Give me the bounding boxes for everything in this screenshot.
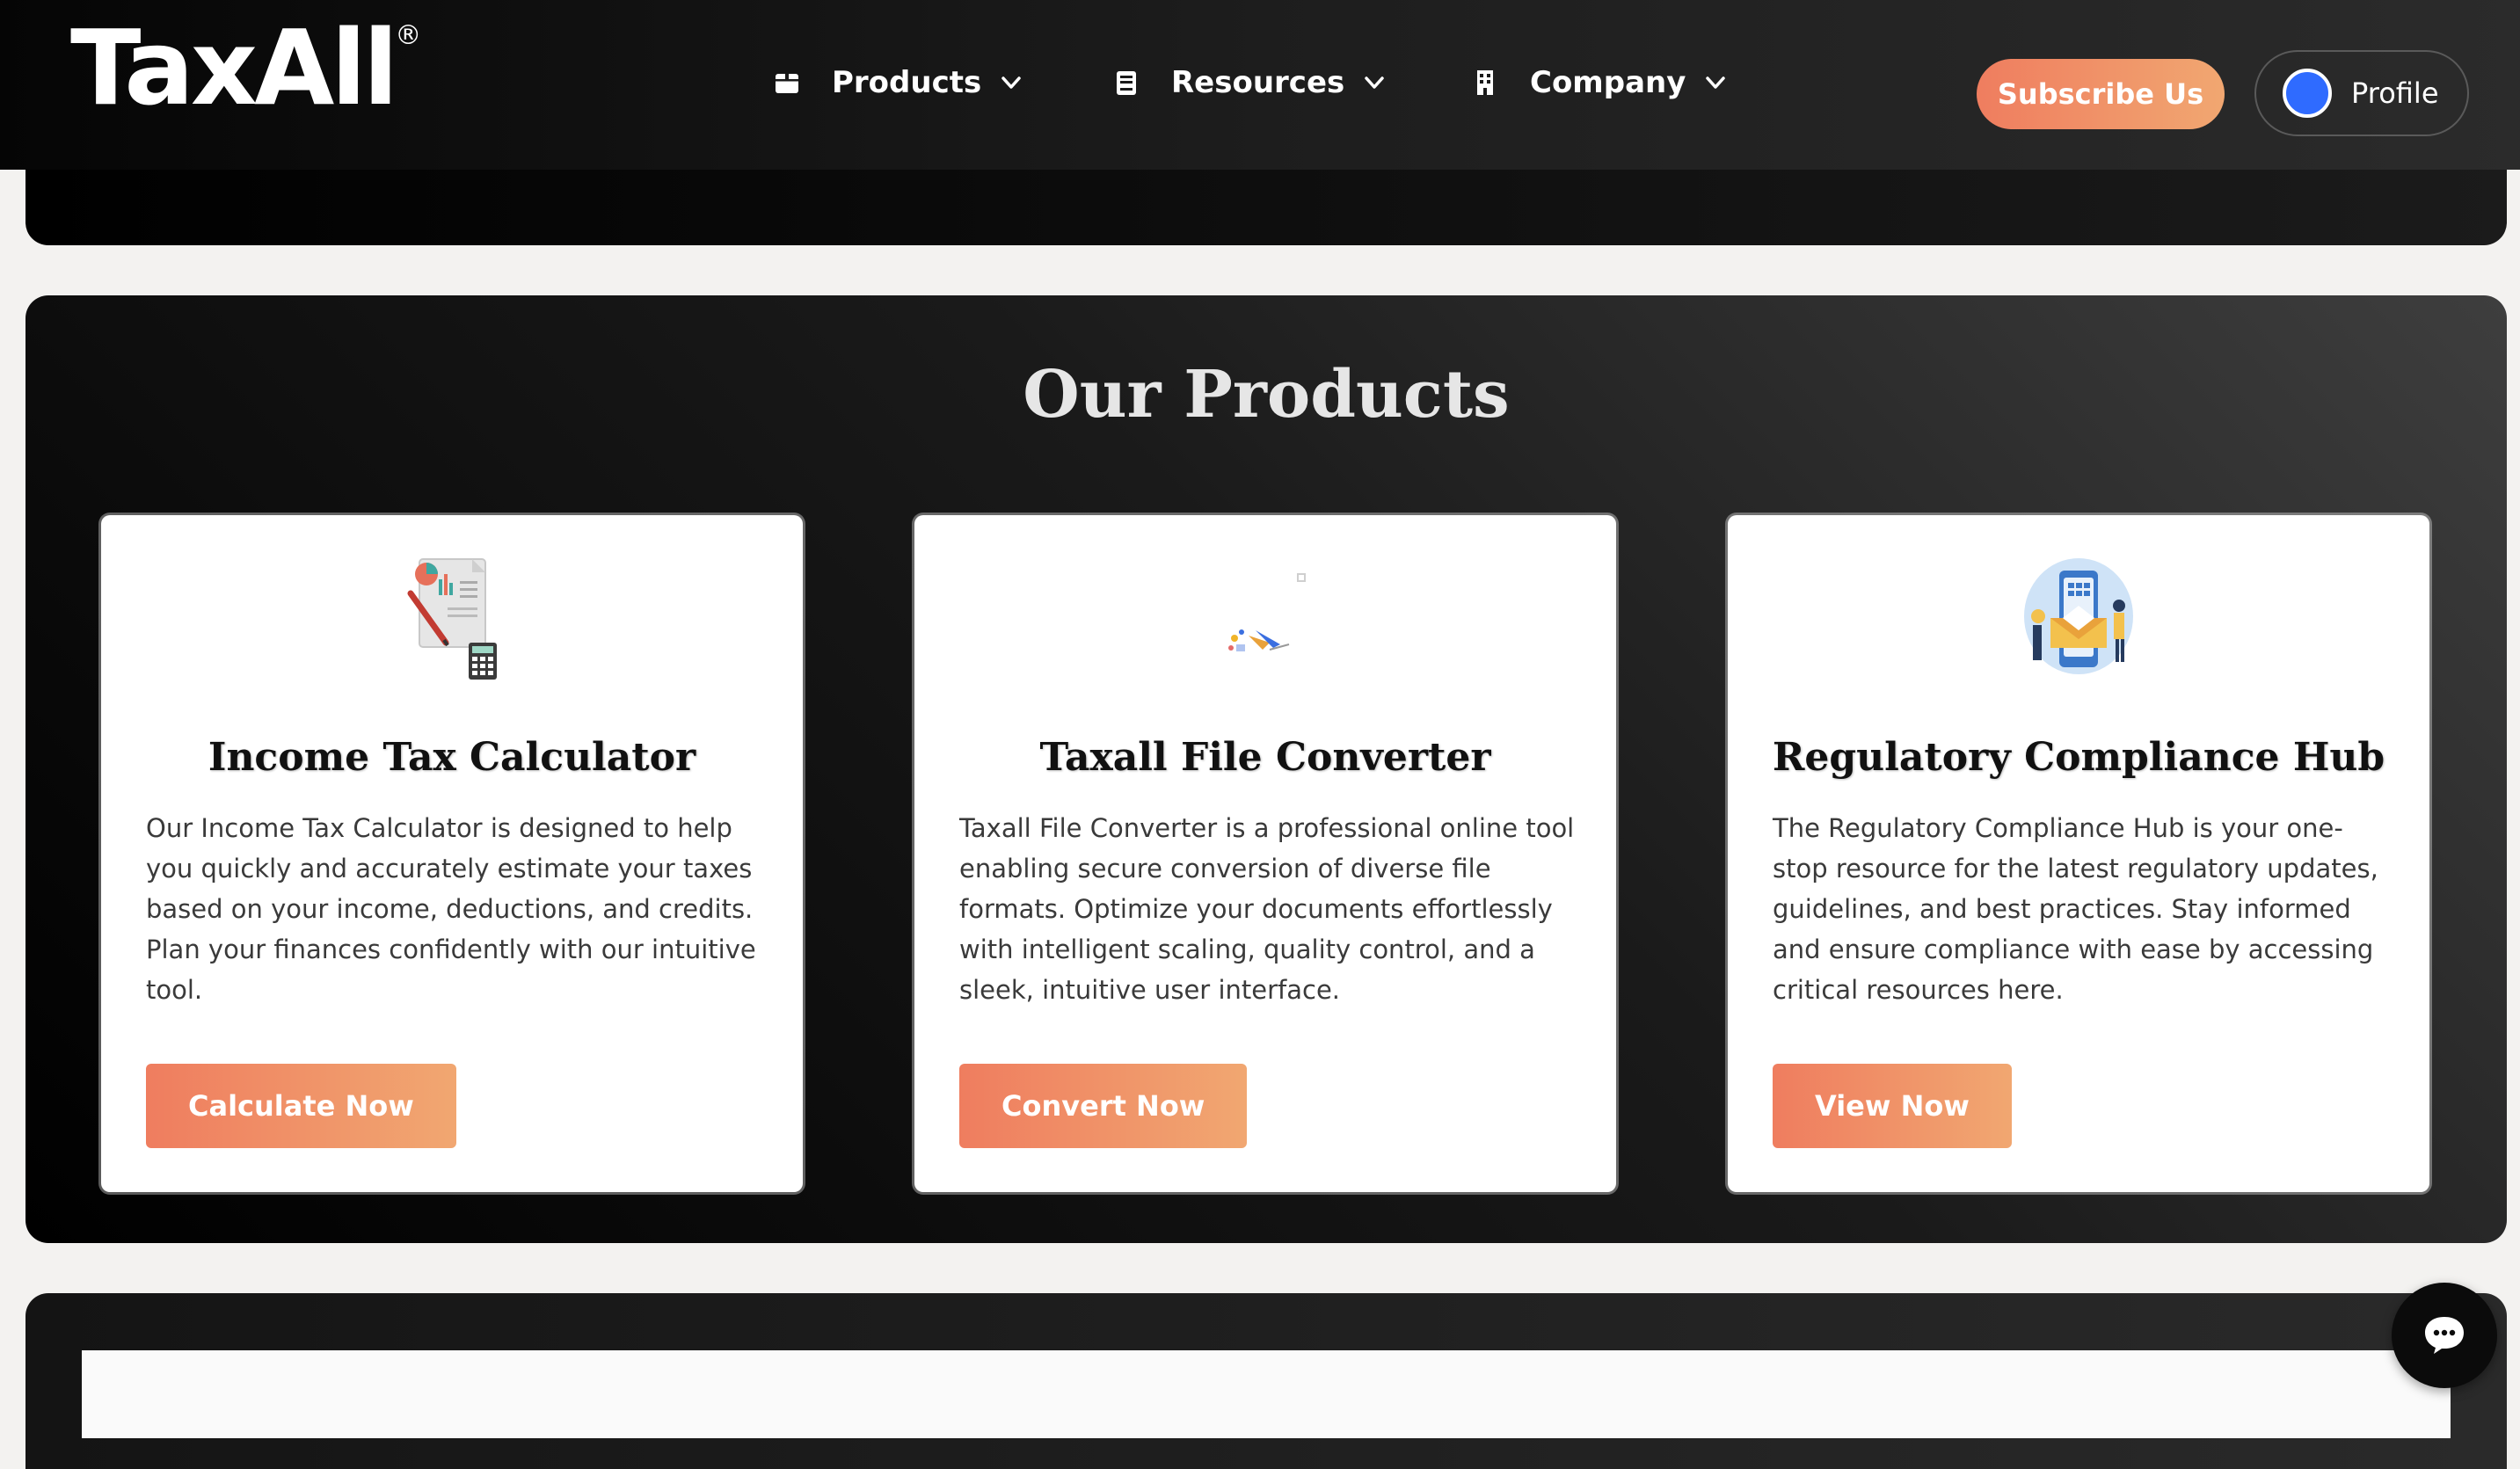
convert-now-button[interactable]: Convert Now [959,1064,1248,1148]
card-title: Income Tax Calculator [208,735,696,780]
nav-products-label: Products [832,65,982,100]
nav-resources-label: Resources [1171,65,1345,100]
file-conversion-illustration [914,550,1616,691]
tax-document-calculator-illustration [101,550,803,691]
chevron-down-icon [1362,69,1388,96]
profile-button[interactable]: Profile [2254,50,2469,136]
next-section-panel [82,1350,2451,1438]
site-header: TaxAll ® Products Resources Company Subsc… [0,0,2520,170]
chevron-down-icon [1703,69,1730,96]
logo-text: TaxAll [70,7,398,128]
nav-company[interactable]: Company [1470,60,1730,105]
products-section: Our Products Income Tax Calculator Our I… [25,295,2507,1243]
nav-resources[interactable]: Resources [1111,60,1388,105]
building-icon [1470,68,1500,98]
subscribe-button[interactable]: Subscribe Us [1977,59,2225,129]
book-icon [1111,68,1141,98]
card-title: Taxall File Converter [1039,735,1491,780]
view-now-button[interactable]: View Now [1773,1064,2012,1148]
chevron-down-icon [999,69,1025,96]
section-title: Our Products [1023,357,1510,433]
product-card-compliance-hub: Regulatory Compliance Hub The Regulatory… [1728,515,2429,1192]
box-icon [772,68,802,98]
registered-mark: ® [395,20,422,51]
profile-label: Profile [2351,76,2439,110]
card-description: Our Income Tax Calculator is designed to… [146,813,756,1005]
card-description: Taxall File Converter is a professional … [959,813,1575,1005]
card-description: The Regulatory Compliance Hub is your on… [1773,813,2378,1005]
card-title: Regulatory Compliance Hub [1772,735,2385,780]
nav-company-label: Company [1530,65,1686,100]
product-card-income-tax: Income Tax Calculator Our Income Tax Cal… [101,515,803,1192]
compliance-hub-illustration [1728,550,2429,691]
calculate-now-button[interactable]: Calculate Now [146,1064,456,1148]
nav-products[interactable]: Products [772,60,1025,105]
chat-button[interactable] [2392,1283,2497,1388]
chat-bubble-icon [2422,1313,2467,1358]
avatar [2283,69,2332,118]
product-card-file-converter: Taxall File Converter Taxall File Conver… [914,515,1616,1192]
logo[interactable]: TaxAll ® [70,11,421,125]
